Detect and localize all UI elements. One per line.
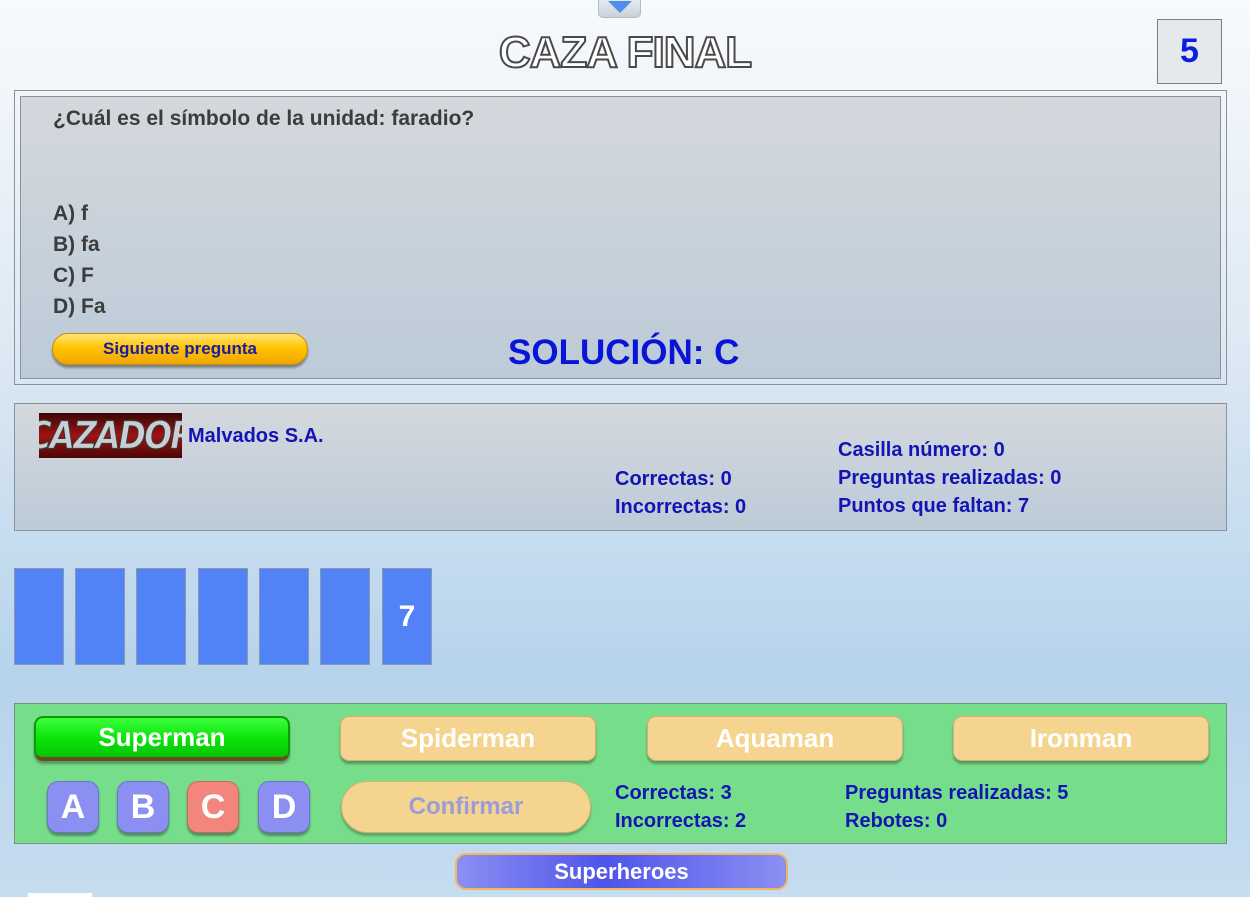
team-correct: Correctas: 3 <box>615 782 732 804</box>
chevron-down-icon <box>607 1 632 13</box>
player-ironman-button[interactable]: Ironman <box>953 716 1209 761</box>
team-rebounds: Rebotes: 0 <box>845 810 948 832</box>
answer-d-button[interactable]: D <box>258 781 310 833</box>
chaser-panel: CAZADOR Malvados S.A. Correctas: 0 Incor… <box>14 403 1227 531</box>
chaser-correct: Correctas: 0 <box>615 468 732 490</box>
chaser-square: Casilla número: 0 <box>838 439 1005 461</box>
answer-b-button[interactable]: B <box>117 781 169 833</box>
bottom-strip <box>28 893 92 897</box>
chaser-incorrect: Incorrectas: 0 <box>615 496 747 518</box>
chaser-points-left: Puntos que faltan: 7 <box>838 495 1030 517</box>
ladder-cell <box>198 568 248 665</box>
solution-text: SOLUCIÓN: C <box>508 333 740 372</box>
option-c: C) F <box>53 264 94 287</box>
question-panel: ¿Cuál es el símbolo de la unidad: faradi… <box>14 90 1227 385</box>
player-aquaman-button[interactable]: Aquaman <box>647 716 903 761</box>
option-b: B) fa <box>53 233 100 256</box>
ladder-cell <box>136 568 186 665</box>
team-panel: Superman Spiderman Aquaman Ironman A B C… <box>14 703 1227 844</box>
option-a: A) f <box>53 202 88 225</box>
chaser-name: Malvados S.A. <box>188 425 324 447</box>
question-counter: 5 <box>1157 19 1222 84</box>
question-text: ¿Cuál es el símbolo de la unidad: faradi… <box>53 107 475 130</box>
answer-c-button[interactable]: C <box>187 781 239 833</box>
ladder-cell-7: 7 <box>382 568 432 665</box>
options-list: A) f B) fa C) F D) Fa <box>53 198 106 322</box>
option-d: D) Fa <box>53 295 106 318</box>
chaser-logo-text: CAZADOR <box>39 413 182 458</box>
question-inner: ¿Cuál es el símbolo de la unidad: faradi… <box>20 96 1221 379</box>
collapse-toggle[interactable] <box>598 0 641 18</box>
chaser-logo: CAZADOR <box>39 413 182 458</box>
player-superman-button[interactable]: Superman <box>34 716 290 761</box>
team-questions-asked: Preguntas realizadas: 5 <box>845 782 1069 804</box>
page-title: CAZA FINAL <box>498 27 753 78</box>
ladder-cell <box>14 568 64 665</box>
player-spiderman-button[interactable]: Spiderman <box>340 716 596 761</box>
chaser-questions-asked: Preguntas realizadas: 0 <box>838 467 1062 489</box>
answer-a-button[interactable]: A <box>47 781 99 833</box>
ladder-cell <box>75 568 125 665</box>
next-question-button[interactable]: Siguiente pregunta <box>52 333 308 365</box>
ladder-cell <box>320 568 370 665</box>
team-name-button[interactable]: Superheroes <box>455 853 788 890</box>
confirm-button[interactable]: Confirmar <box>341 781 591 833</box>
ladder-cell <box>259 568 309 665</box>
team-incorrect: Incorrectas: 2 <box>615 810 747 832</box>
